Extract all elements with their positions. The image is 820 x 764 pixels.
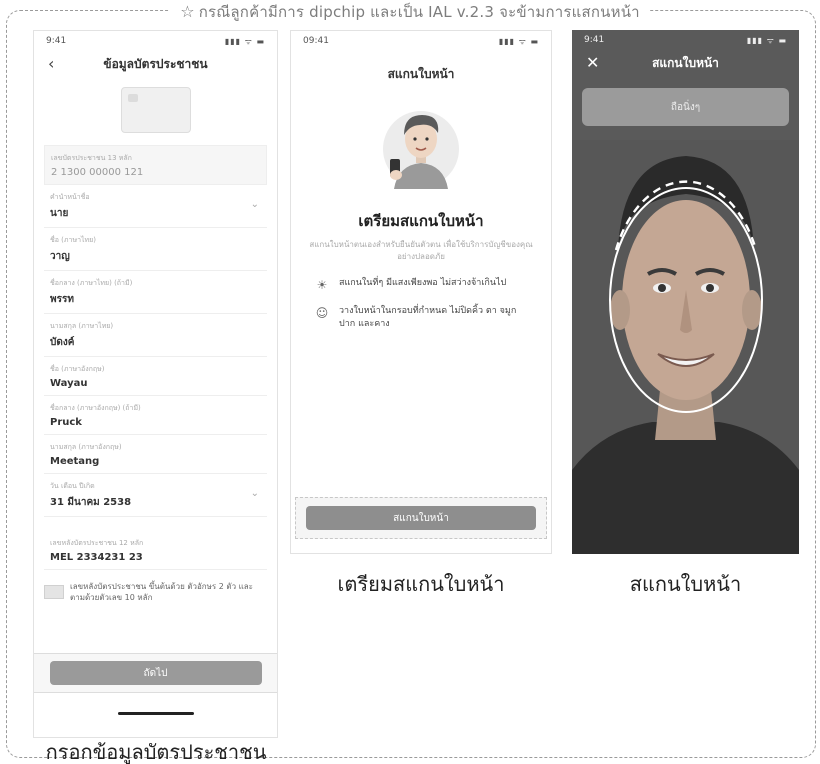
field-middle-name-th[interactable]: ชื่อกลาง (ภาษาไทย) (ถ้ามี) พรรท: [44, 271, 267, 314]
status-bar: 09:41 ▮▮▮ ᯤ ▬: [291, 31, 551, 51]
star-icon: ☆: [180, 2, 195, 21]
status-bar: 9:41 ▮▮▮ ᯤ ▬: [34, 31, 277, 51]
laser-code-hint: เลขหลังบัตรประชาชน ขึ้นต้นด้วย ตัวอักษร …: [44, 582, 267, 604]
field-label: ชื่อกลาง (ภาษาอังกฤษ) (ถ้ามี): [50, 404, 141, 412]
hint-text: เลขหลังบัตรประชาชน ขึ้นต้นด้วย ตัวอักษร …: [70, 582, 253, 602]
caption-screen3: สแกนใบหน้า: [629, 572, 742, 596]
field-middle-name-en[interactable]: ชื่อกลาง (ภาษาอังกฤษ) (ถ้ามี) Pruck: [44, 396, 267, 435]
field-value: นาย: [50, 208, 69, 219]
chevron-down-icon: ⌄: [250, 488, 259, 499]
tip-text: วางใบหน้าในกรอบที่กำหนด ไม่ปิดคิ้ว ตา จม…: [339, 306, 517, 330]
page-title-text: กรณีลูกค้ามีการ dipchip และเป็น IAL v.2.…: [198, 3, 640, 21]
screen-title: สแกนใบหน้า: [652, 55, 719, 70]
field-value: Pruck: [50, 417, 82, 428]
bottom-bar: สแกนใบหน้า: [295, 497, 547, 539]
status-icons: ▮▮▮ ᯤ ▬: [224, 36, 265, 46]
field-label: เลขบัตรประชาชน 13 หลัก: [51, 154, 132, 162]
id-card-back-icon: [44, 585, 64, 599]
field-value: MEL 2334231 23: [50, 552, 143, 563]
back-icon[interactable]: ‹: [48, 54, 54, 73]
face-frame-icon: ☺: [315, 306, 329, 320]
page: ☆ กรณีลูกค้ามีการ dipchip และเป็น IAL v.2…: [0, 0, 820, 764]
screen-title: ข้อมูลบัตรประชาชน: [103, 56, 208, 71]
screen-prepare-face-scan: 09:41 ▮▮▮ ᯤ ▬ สแกนใบหน้า เตรียมสแกนใบหน้…: [290, 30, 552, 554]
close-icon[interactable]: ✕: [586, 53, 599, 72]
field-value: วาญ: [50, 251, 70, 262]
selfie-illustration: [376, 101, 466, 191]
hold-still-banner: ถือนิ่งๆ: [582, 88, 789, 126]
field-laser-code[interactable]: เลขหลังบัตรประชาชน 12 หลัก MEL 2334231 2…: [44, 531, 267, 570]
field-value: 31 มีนาคม 2538: [50, 497, 132, 508]
screen-title: สแกนใบหน้า: [387, 66, 455, 81]
field-label: ชื่อ (ภาษาอังกฤษ): [50, 365, 105, 373]
field-label: เลขหลังบัตรประชาชน 12 หลัก: [50, 539, 144, 547]
tip-item: ☀ สแกนในที่ๆ มีแสงเพียงพอ ไม่สว่างจ้าเกิ…: [315, 277, 527, 292]
nav-bar: ‹ ข้อมูลบัตรประชาชน: [34, 51, 277, 77]
field-value: บัดงค์: [50, 337, 75, 348]
chevron-down-icon: ⌄: [250, 199, 259, 210]
field-value: พรรท: [50, 294, 74, 305]
caption-screen1: กรอกข้อมูลบัตรประชาชน: [45, 740, 267, 764]
lightbulb-icon: ☀: [316, 278, 328, 292]
tip-text: สแกนในที่ๆ มีแสงเพียงพอ ไม่สว่างจ้าเกินไ…: [339, 278, 507, 288]
screen-face-scan: 9:41 ▮▮▮ ᯤ ▬ ✕ สแกนใบหน้า ถือนิ่งๆ: [572, 30, 799, 554]
id-card-image: [120, 87, 191, 133]
status-time: 9:41: [46, 36, 67, 46]
page-title-wrap: ☆ กรณีลูกค้ามีการ dipchip และเป็น IAL v.2…: [0, 0, 820, 24]
field-value: Wayau: [50, 378, 88, 389]
field-value: 2 1300 00000 121: [51, 167, 144, 178]
status-time: 9:41: [584, 35, 605, 45]
field-label: ชื่อกลาง (ภาษาไทย) (ถ้ามี): [50, 279, 133, 287]
camera-preview: [572, 140, 799, 554]
prepare-description: สแกนใบหน้าตนเองสำหรับยืนยันตัวตน เพื่อใช…: [309, 240, 533, 261]
bottom-bar: ถัดไป: [34, 653, 277, 693]
field-prefix[interactable]: คำนำหน้าชื่อ นาย ⌄: [44, 185, 267, 228]
field-label: ชื่อ (ภาษาไทย): [50, 236, 96, 244]
caption-screen2: เตรียมสแกนใบหน้า: [337, 572, 505, 596]
field-first-name-th[interactable]: ชื่อ (ภาษาไทย) วาญ: [44, 228, 267, 271]
status-bar: 9:41 ▮▮▮ ᯤ ▬: [572, 30, 799, 50]
field-label: นามสกุล (ภาษาไทย): [50, 322, 114, 330]
field-last-name-en[interactable]: นามสกุล (ภาษาอังกฤษ) Meetang: [44, 435, 267, 474]
field-first-name-en[interactable]: ชื่อ (ภาษาอังกฤษ) Wayau: [44, 357, 267, 396]
page-title: ☆ กรณีลูกค้ามีการ dipchip และเป็น IAL v.2…: [170, 0, 650, 24]
prepare-heading: เตรียมสแกนใบหน้า: [358, 212, 484, 230]
tip-item: ☺ วางใบหน้าในกรอบที่กำหนด ไม่ปิดคิ้ว ตา …: [315, 305, 527, 331]
status-time: 09:41: [303, 36, 329, 46]
nav-bar: ✕ สแกนใบหน้า: [572, 50, 799, 76]
screen-id-card-form: 9:41 ▮▮▮ ᯤ ▬ ‹ ข้อมูลบัตรประชาชน เลขบัตร…: [33, 30, 278, 738]
field-label: นามสกุล (ภาษาอังกฤษ): [50, 443, 122, 451]
field-last-name-th[interactable]: นามสกุล (ภาษาไทย) บัดงค์: [44, 314, 267, 357]
field-value: Meetang: [50, 456, 100, 467]
field-label: คำนำหน้าชื่อ: [50, 193, 90, 201]
scan-face-button[interactable]: สแกนใบหน้า: [306, 506, 536, 530]
next-button[interactable]: ถัดไป: [49, 661, 262, 685]
status-icons: ▮▮▮ ᯤ ▬: [498, 36, 539, 46]
field-id-number[interactable]: เลขบัตรประชาชน 13 หลัก 2 1300 00000 121: [44, 145, 267, 185]
home-indicator: [118, 712, 194, 715]
status-icons: ▮▮▮ ᯤ ▬: [746, 35, 787, 45]
field-birthdate[interactable]: วัน เดือน ปีเกิด 31 มีนาคม 2538 ⌄: [44, 474, 267, 517]
field-label: วัน เดือน ปีเกิด: [50, 482, 95, 490]
nav-bar: สแกนใบหน้า: [291, 61, 551, 87]
